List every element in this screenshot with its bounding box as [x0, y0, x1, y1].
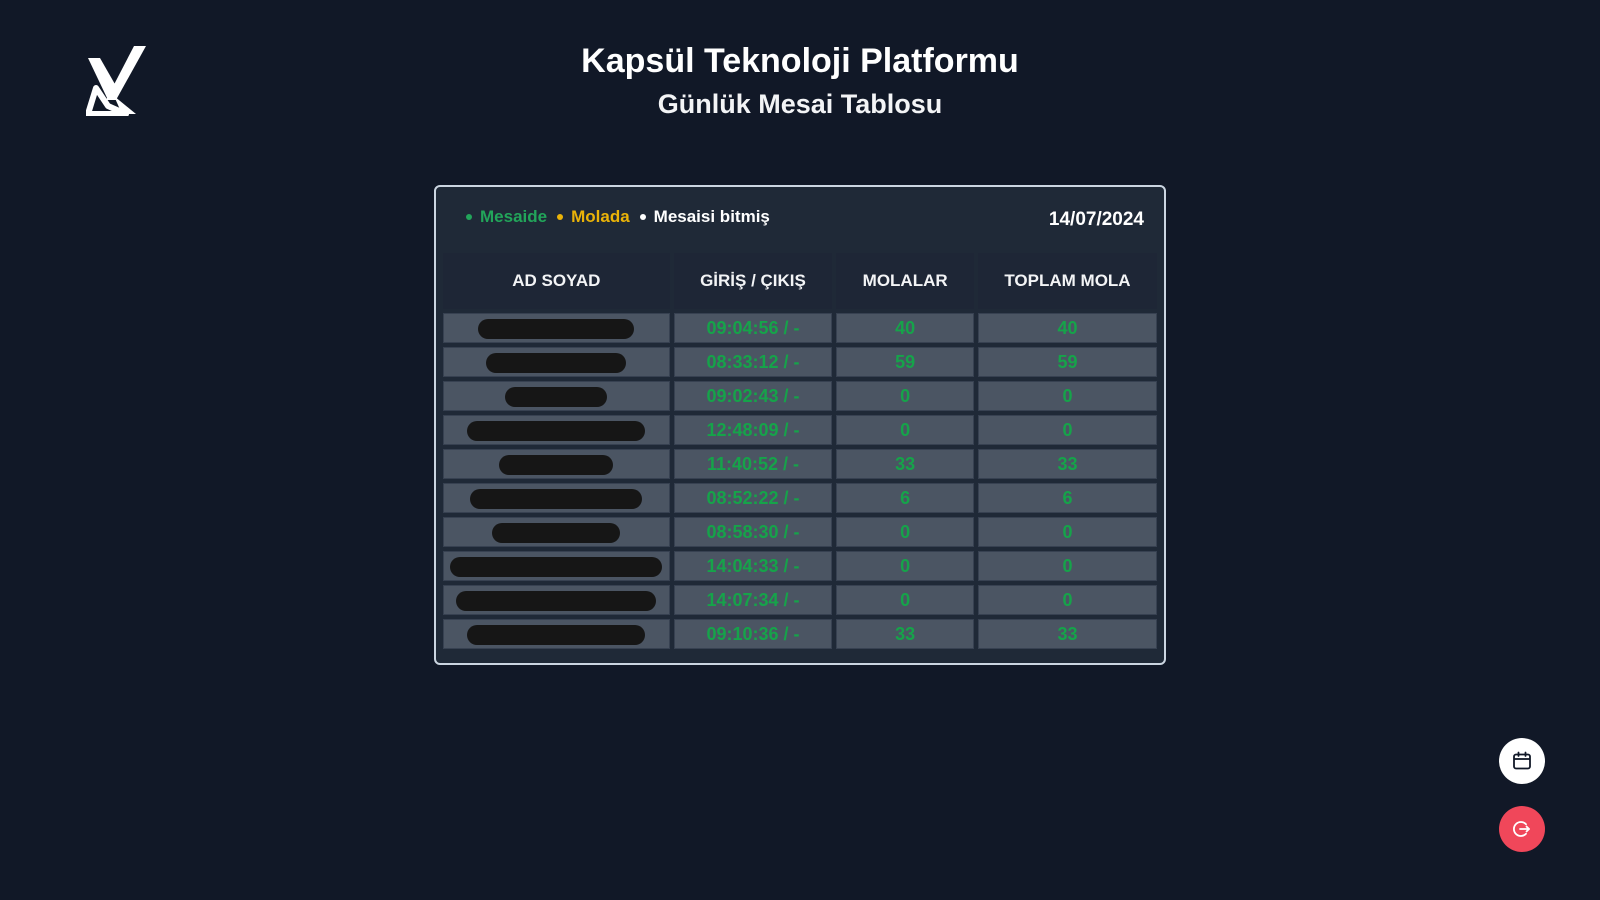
redacted-name — [486, 352, 627, 373]
in-out-cell: 12:48:09 / - — [673, 415, 833, 445]
name-cell — [443, 517, 670, 547]
in-out-cell: 08:52:22 / - — [673, 483, 833, 513]
page-subtitle: Günlük Mesai Tablosu — [657, 89, 943, 119]
table-row: 11:40:52 / - 33 33 — [443, 449, 1157, 479]
breaks-cell: 0 — [836, 381, 974, 411]
table-row: 09:04:56 / - 40 40 — [443, 313, 1157, 343]
green-dot-icon — [466, 214, 472, 220]
current-date: 14/07/2024 — [1048, 209, 1144, 230]
name-cell — [443, 415, 670, 445]
redacted-name — [470, 488, 643, 509]
total-break-cell: 0 — [977, 517, 1157, 547]
redacted-name — [505, 386, 608, 407]
name-cell — [443, 347, 670, 377]
table-row: 08:52:22 / - 6 6 — [443, 483, 1157, 513]
yellow-dot-icon — [557, 214, 564, 220]
breaks-cell: 0 — [836, 551, 974, 581]
status-legend: Mesaide Molada Mesaisi bitmiş — [466, 207, 770, 227]
white-dot-icon — [639, 214, 646, 220]
redacted-name — [467, 624, 646, 645]
calendar-icon — [1513, 751, 1531, 770]
legend-item-working: Mesaide — [466, 207, 547, 227]
total-break-cell: 0 — [977, 585, 1157, 615]
column-header-breaks: MOLALAR — [836, 253, 974, 309]
total-break-cell: 0 — [977, 415, 1157, 445]
table-row: 09:10:36 / - 33 33 — [443, 619, 1157, 649]
in-out-cell: 09:04:56 / - — [673, 313, 833, 343]
column-header-in-out: GİRİŞ / ÇIKIŞ — [673, 253, 833, 309]
in-out-cell: 08:58:30 / - — [673, 517, 833, 547]
logout-icon — [1513, 821, 1530, 837]
legend-label: Molada — [571, 207, 630, 226]
total-break-cell: 0 — [977, 381, 1157, 411]
name-cell — [443, 313, 670, 343]
total-break-cell: 33 — [977, 449, 1157, 479]
in-out-cell: 14:04:33 / - — [673, 551, 833, 581]
attendance-card: Mesaide Molada Mesaisi bitmiş 14/07/2024… — [434, 185, 1166, 665]
total-break-cell: 33 — [977, 619, 1157, 649]
legend-item-finished: Mesaisi bitmiş — [639, 207, 770, 227]
name-cell — [443, 619, 670, 649]
breaks-cell: 0 — [836, 415, 974, 445]
table-row: 12:48:09 / - 0 0 — [443, 415, 1157, 445]
redacted-name — [492, 522, 621, 543]
legend-label: Mesaisi bitmiş — [653, 207, 770, 226]
redacted-name — [499, 454, 614, 475]
redacted-name — [478, 318, 635, 339]
name-cell — [443, 449, 670, 479]
breaks-cell: 0 — [836, 517, 974, 547]
in-out-cell: 09:02:43 / - — [673, 381, 833, 411]
total-break-cell: 6 — [977, 483, 1157, 513]
table-row: 14:04:33 / - 0 0 — [443, 551, 1157, 581]
breaks-cell: 33 — [836, 449, 974, 479]
in-out-cell: 14:07:34 / - — [673, 585, 833, 615]
total-break-cell: 59 — [977, 347, 1157, 377]
table-row: 08:58:30 / - 0 0 — [443, 517, 1157, 547]
in-out-cell: 08:33:12 / - — [673, 347, 833, 377]
redacted-name — [467, 420, 646, 441]
name-cell — [443, 585, 670, 615]
breaks-cell: 59 — [836, 347, 974, 377]
name-cell — [443, 381, 670, 411]
column-header-name: AD SOYAD — [443, 253, 670, 309]
table-row: 14:07:34 / - 0 0 — [443, 585, 1157, 615]
breaks-cell: 40 — [836, 313, 974, 343]
column-header-total-break: TOPLAM MOLA — [977, 253, 1157, 309]
breaks-cell: 6 — [836, 483, 974, 513]
legend-item-on-break: Molada — [557, 207, 630, 227]
legend-label: Mesaide — [480, 207, 548, 226]
calendar-button[interactable] — [1499, 738, 1545, 784]
page-title: Kapsül Teknoloji Platformu — [581, 42, 1019, 80]
name-cell — [443, 483, 670, 513]
redacted-name — [456, 590, 657, 611]
total-break-cell: 0 — [977, 551, 1157, 581]
table-header-row: AD SOYAD GİRİŞ / ÇIKIŞ MOLALAR TOPLAM MO… — [443, 253, 1157, 309]
redacted-name — [450, 556, 663, 577]
breaks-cell: 0 — [836, 585, 974, 615]
card-header: Mesaide Molada Mesaisi bitmiş 14/07/2024 — [436, 187, 1164, 249]
page-header: Kapsül Teknoloji Platformu Günlük Mesai … — [0, 38, 1600, 124]
table-row: 08:33:12 / - 59 59 — [443, 347, 1157, 377]
logout-button[interactable] — [1499, 806, 1545, 852]
in-out-cell: 09:10:36 / - — [673, 619, 833, 649]
name-cell — [443, 551, 670, 581]
total-break-cell: 40 — [977, 313, 1157, 343]
breaks-cell: 33 — [836, 619, 974, 649]
in-out-cell: 11:40:52 / - — [673, 449, 833, 479]
attendance-table: AD SOYAD GİRİŞ / ÇIKIŞ MOLALAR TOPLAM MO… — [439, 249, 1161, 653]
table-row: 09:02:43 / - 0 0 — [443, 381, 1157, 411]
